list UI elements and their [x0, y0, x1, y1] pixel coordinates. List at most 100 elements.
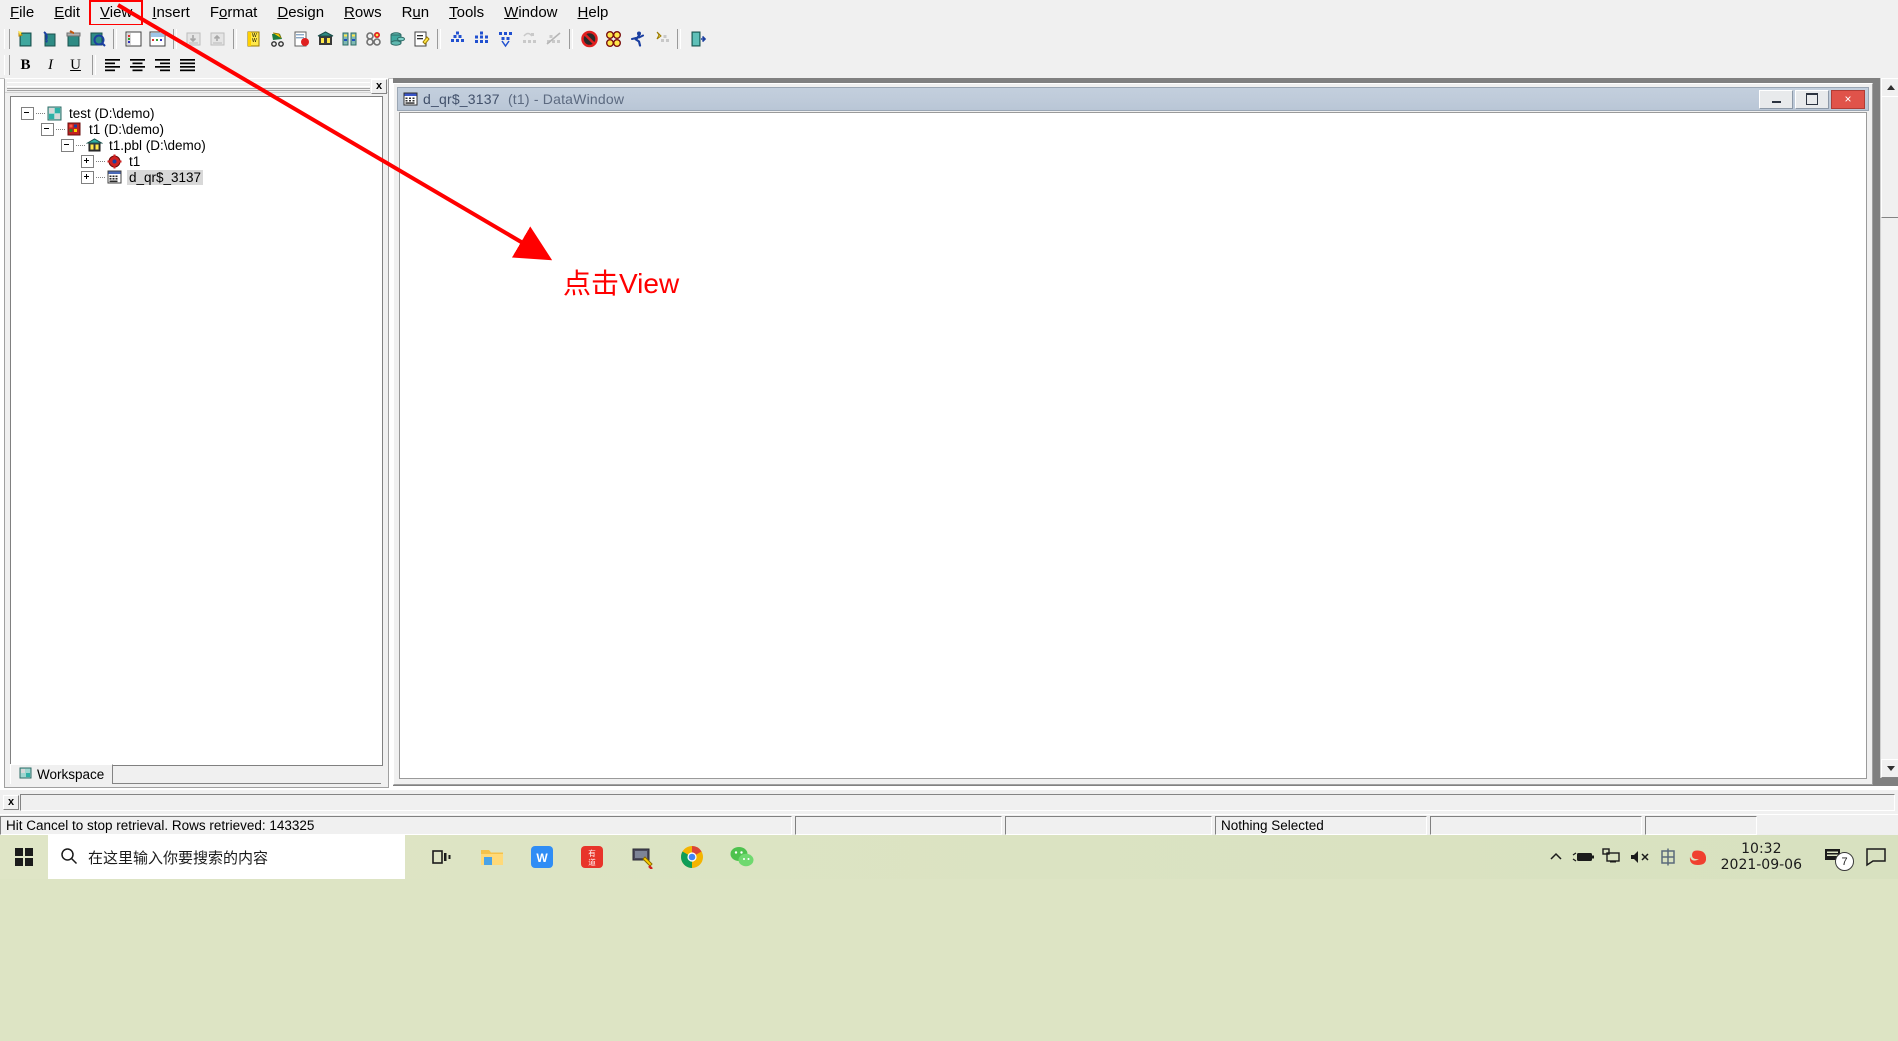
window-painter-icon[interactable]: [266, 28, 288, 49]
search-input[interactable]: 在这里输入你要搜索的内容: [48, 835, 405, 879]
menu-item-design[interactable]: Design: [267, 1, 334, 25]
menu-item-insert[interactable]: Insert: [142, 1, 200, 25]
structure-painter-icon[interactable]: [338, 28, 360, 49]
new-icon[interactable]: [14, 28, 36, 49]
wps-writer-icon[interactable]: W: [519, 835, 565, 879]
sogou-input-icon[interactable]: [1683, 835, 1709, 879]
battery-icon[interactable]: [1571, 835, 1597, 879]
network-icon[interactable]: [1599, 835, 1625, 879]
datawindow-canvas[interactable]: [399, 112, 1867, 779]
bold-button[interactable]: B: [14, 55, 37, 76]
debug-icon[interactable]: [650, 28, 672, 49]
menu-item-rows[interactable]: Rows: [334, 1, 392, 25]
system-tray: 10:32 2021-09-06 7: [1543, 835, 1898, 879]
toolbar-grip[interactable]: [4, 55, 10, 75]
close-button[interactable]: ×: [1831, 89, 1865, 109]
youdao-icon[interactable]: 有道: [569, 835, 615, 879]
tree-expander-minus-icon[interactable]: [41, 122, 54, 136]
import-icon[interactable]: [182, 28, 204, 49]
toolbar-separator: [437, 28, 441, 49]
show-hidden-icons-icon[interactable]: [1543, 835, 1569, 879]
tree-node-t1-target[interactable]: t1 (D:\demo): [11, 121, 382, 137]
application-icon: [106, 154, 123, 169]
breakpoints-icon[interactable]: [602, 28, 624, 49]
minimize-button[interactable]: [1759, 89, 1793, 109]
sort-rows-icon[interactable]: [518, 28, 540, 49]
tree-expander-plus-icon[interactable]: [81, 170, 94, 184]
cancel-icon[interactable]: [578, 28, 600, 49]
svg-text:W: W: [252, 38, 257, 44]
retrieve-rows-icon[interactable]: [446, 28, 468, 49]
tree-node-t1-pbl[interactable]: t1.pbl (D:\demo): [11, 137, 382, 153]
db-profile-icon[interactable]: [386, 28, 408, 49]
taskbar-app-icons: W 有道: [419, 835, 765, 879]
tree-connector: [96, 176, 105, 178]
exit-icon[interactable]: [686, 28, 708, 49]
filter-rows-icon[interactable]: [494, 28, 516, 49]
database-painter-icon[interactable]: [314, 28, 336, 49]
menu-item-format[interactable]: Format: [200, 1, 268, 25]
menu-item-run[interactable]: Run: [392, 1, 440, 25]
italic-button[interactable]: I: [39, 55, 62, 76]
datawindow-painter-icon[interactable]: [290, 28, 312, 49]
tree-node-dqr-3137[interactable]: d_qr$_3137: [11, 169, 382, 185]
align-center-button[interactable]: [126, 55, 149, 76]
menu-item-edit[interactable]: Edit: [44, 1, 90, 25]
close-icon[interactable]: x: [3, 794, 19, 810]
underline-button[interactable]: U: [64, 55, 87, 76]
system-tree[interactable]: test (D:\demo) t1 (D:\demo) t1.pbl (D:\d…: [10, 96, 383, 766]
tree-expander-minus-icon[interactable]: [21, 106, 34, 120]
export-icon[interactable]: [206, 28, 228, 49]
clock-time: 10:32: [1741, 841, 1782, 857]
datawindow-title-bar[interactable]: d_qr$_3137 (t1) - DataWindow ×: [397, 87, 1869, 111]
design-view-icon[interactable]: [122, 28, 144, 49]
menu-painter-icon[interactable]: [362, 28, 384, 49]
run-icon[interactable]: [626, 28, 648, 49]
align-justify-button[interactable]: [176, 55, 199, 76]
align-left-button[interactable]: [101, 55, 124, 76]
ime-chinese-icon[interactable]: [1655, 835, 1681, 879]
menu-item-view[interactable]: View: [89, 0, 144, 26]
start-button[interactable]: [0, 835, 48, 879]
mdi-vertical-scrollbar[interactable]: [1880, 78, 1898, 778]
format-toolbar: B I U: [0, 52, 1898, 79]
insert-row-icon[interactable]: [470, 28, 492, 49]
preview-icon[interactable]: [86, 28, 108, 49]
library-painter-icon[interactable]: WW: [242, 28, 264, 49]
menu-item-tools[interactable]: Tools: [439, 1, 494, 25]
tab-workspace-label: Workspace: [37, 767, 105, 782]
task-view-icon[interactable]: [419, 835, 465, 879]
chrome-icon[interactable]: [669, 835, 715, 879]
action-center-icon[interactable]: [1858, 835, 1894, 879]
toolbar-grip[interactable]: [4, 28, 10, 49]
taskbar-clock[interactable]: 10:32 2021-09-06: [1711, 835, 1812, 879]
menu-item-window[interactable]: Window: [494, 1, 567, 25]
menu-item-help[interactable]: Help: [568, 1, 619, 25]
tree-expander-plus-icon[interactable]: [81, 154, 94, 168]
align-right-button[interactable]: [151, 55, 174, 76]
powerbuilder-icon[interactable]: [619, 835, 665, 879]
scroll-down-button[interactable]: [1881, 759, 1898, 778]
file-explorer-icon[interactable]: [469, 835, 515, 879]
preview-view-icon[interactable]: [146, 28, 168, 49]
taskbar-bar: 在这里输入你要搜索的内容 W 有道 10:32 2021-09-06 7: [0, 835, 1898, 879]
status-cell-5: [1430, 816, 1642, 835]
tree-node-test[interactable]: test (D:\demo): [11, 105, 382, 121]
tab-workspace[interactable]: Workspace: [10, 764, 114, 784]
close-icon[interactable]: x: [371, 79, 387, 94]
output-text-area[interactable]: [20, 793, 1895, 811]
edit-source-icon[interactable]: [410, 28, 432, 49]
notification-icon[interactable]: 7: [1814, 835, 1856, 879]
volume-muted-icon[interactable]: [1627, 835, 1653, 879]
scroll-thumb[interactable]: [1881, 96, 1898, 218]
wechat-icon[interactable]: [719, 835, 765, 879]
delete-rows-icon[interactable]: [542, 28, 564, 49]
search-icon: [60, 847, 78, 868]
maximize-button[interactable]: [1795, 89, 1829, 109]
open-icon[interactable]: [62, 28, 84, 49]
scroll-up-button[interactable]: [1881, 78, 1898, 97]
menu-item-file[interactable]: File: [0, 1, 44, 25]
tree-node-t1-app[interactable]: t1: [11, 153, 382, 169]
tree-expander-minus-icon[interactable]: [61, 138, 74, 152]
inherit-icon[interactable]: [38, 28, 60, 49]
